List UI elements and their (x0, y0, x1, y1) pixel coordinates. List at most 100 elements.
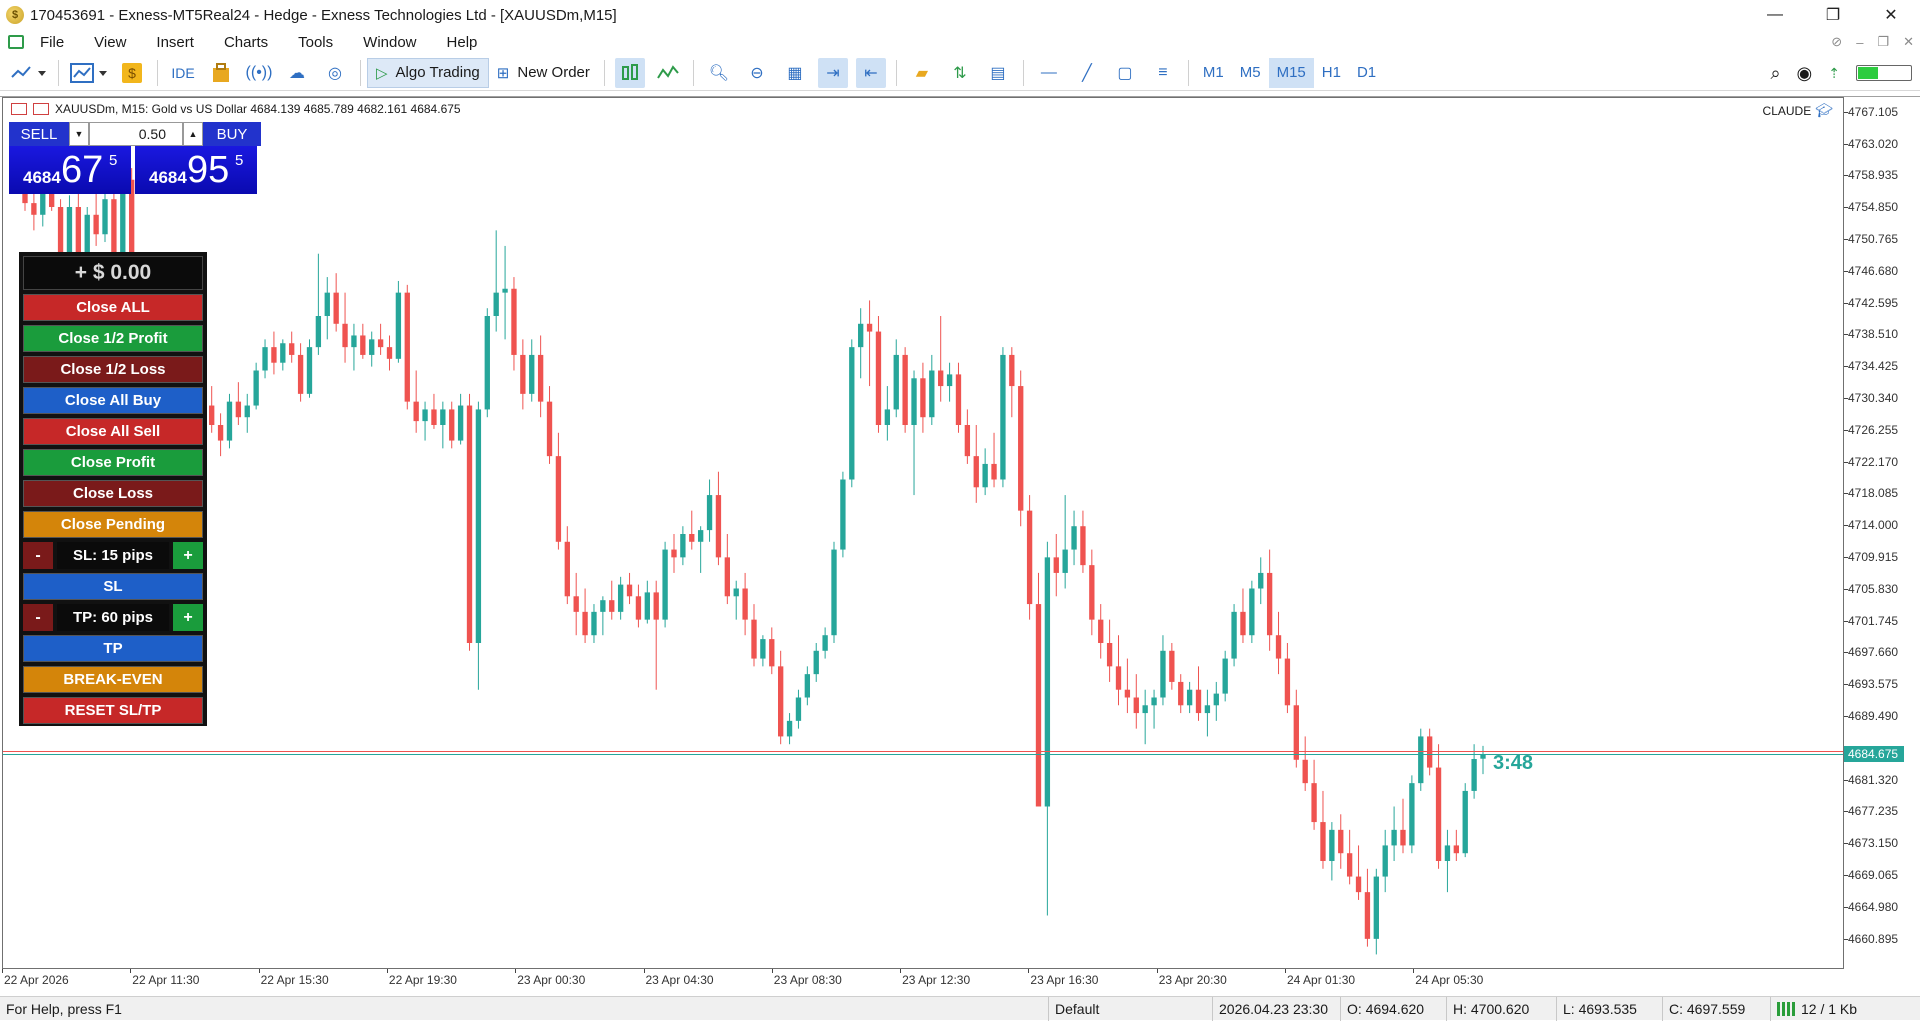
time-label: 23 Apr 16:30 (1030, 973, 1099, 987)
signals-icon[interactable] (206, 58, 236, 88)
buy-price[interactable]: 4684 95 5 (135, 146, 257, 194)
ide-button[interactable]: IDE (168, 58, 198, 88)
status-bar: For Help, press F1 Default 2026.04.23 23… (0, 996, 1920, 1021)
candle-body (1000, 354, 1006, 480)
menu-view[interactable]: View (94, 34, 126, 51)
timeframe-h1[interactable]: H1 (1314, 58, 1349, 88)
chart-area[interactable]: XAUUSDm, M15: Gold vs US Dollar 4684.139… (2, 97, 1844, 969)
mdi-minimize-icon[interactable]: – (1856, 35, 1863, 50)
candle-body (449, 409, 455, 441)
account-icon[interactable]: ◉ (1797, 63, 1813, 84)
close-pending-button[interactable]: Close Pending (23, 511, 203, 538)
calendar-icon[interactable]: ▤ (983, 58, 1013, 88)
buy-button[interactable]: BUY (203, 122, 261, 146)
trade-arrows-icon[interactable]: ⇅ (945, 58, 975, 88)
candle-body (1089, 565, 1095, 620)
algo-trading-button[interactable]: ▷ Algo Trading (367, 57, 489, 88)
timeframe-m1[interactable]: M1 (1195, 58, 1232, 88)
expert-hat-icon[interactable]: 🎓︎ (1815, 102, 1833, 119)
candle-body (769, 639, 775, 667)
new-order-button[interactable]: ⊞ New Order (489, 58, 598, 88)
tp-pips-row: - TP: 60 pips + (23, 604, 203, 631)
candle-body (369, 339, 375, 355)
network-icon[interactable]: ◎ (320, 58, 350, 88)
profile-name[interactable]: Default (1048, 997, 1212, 1021)
vps-icon[interactable]: ((•)) (244, 58, 274, 88)
line-chart-icon-graphic (657, 64, 679, 79)
zoom-in-icon[interactable]: 🔍︎ (704, 58, 734, 88)
candlestick-chart[interactable] (3, 98, 1844, 969)
close-all-buy-button[interactable]: Close All Buy (23, 387, 203, 414)
menu-help[interactable]: Help (447, 34, 478, 51)
chart-type-icon[interactable] (69, 58, 109, 88)
candle-body (1435, 767, 1442, 861)
tp-increase-button[interactable]: + (173, 604, 203, 631)
rectangle-tool-icon[interactable]: ▢ (1110, 58, 1140, 88)
mdi-pin-icon[interactable]: ⊘ (1831, 34, 1842, 50)
timeframe-m15[interactable]: M15 (1268, 57, 1314, 88)
menu-file[interactable]: File (40, 34, 64, 51)
candle-body (1026, 510, 1033, 605)
mdi-close-icon[interactable]: ✕ (1903, 34, 1914, 50)
price-label: 4709.915 (1848, 550, 1899, 565)
traffic-text: 12 / 1 Kb (1801, 1001, 1858, 1017)
set-tp-button[interactable]: TP (23, 635, 203, 662)
search-icon[interactable]: ⌕ (1770, 63, 1780, 84)
mdi-restore-icon[interactable]: ❐ (1877, 34, 1889, 50)
depth-of-market-icon[interactable] (33, 103, 49, 115)
fibonacci-icon[interactable]: ≡ (1148, 58, 1178, 88)
close-loss-button[interactable]: Close Loss (23, 480, 203, 507)
sell-price[interactable]: 4684 67 5 (9, 146, 131, 194)
market-icon[interactable]: $ (117, 58, 147, 88)
indicators-icon[interactable] (10, 58, 48, 88)
close-half-loss-button[interactable]: Close 1/2 Loss (23, 356, 203, 383)
candle-body (884, 409, 891, 425)
tile-windows-icon[interactable]: ▦ (780, 58, 810, 88)
menu-charts[interactable]: Charts (224, 34, 268, 51)
candle-body (1124, 689, 1131, 698)
lot-size-input[interactable]: 0.50 (89, 122, 183, 146)
candle-body (386, 347, 393, 359)
candle-body (457, 405, 464, 441)
menu-insert[interactable]: Insert (156, 34, 194, 51)
timeframe-m5[interactable]: M5 (1232, 58, 1269, 88)
reset-sl-tp-button[interactable]: RESET SL/TP (23, 697, 203, 724)
folder-icon[interactable]: ▰ (907, 58, 937, 88)
minimize-button[interactable]: — (1746, 0, 1804, 30)
toolbar-separator (58, 59, 59, 86)
candle-body (991, 463, 997, 480)
new-order-label: New Order (517, 64, 590, 81)
close-profit-button[interactable]: Close Profit (23, 449, 203, 476)
trendline-icon[interactable]: ╱ (1072, 58, 1102, 88)
price-axis[interactable]: 4767.105 4763.020 4758.935 4754.850 4750.765… (1844, 97, 1920, 969)
menu-window[interactable]: Window (363, 34, 416, 51)
sl-decrease-button[interactable]: - (23, 542, 53, 569)
close-all-button[interactable]: Close ALL (23, 294, 203, 321)
lot-decrease-icon[interactable]: ▼ (69, 122, 89, 146)
close-window-button[interactable]: ✕ (1862, 0, 1920, 30)
line-chart-icon[interactable] (653, 58, 683, 88)
tp-decrease-button[interactable]: - (23, 604, 53, 631)
level-icon[interactable]: ⇡ (1828, 65, 1840, 82)
cloud-icon[interactable]: ☁ (282, 58, 312, 88)
connection-status[interactable]: 12 / 1 Kb (1770, 997, 1920, 1021)
timeframe-d1[interactable]: D1 (1349, 58, 1384, 88)
autoscroll-icon[interactable]: ⇥ (817, 57, 848, 88)
time-axis[interactable]: 22 Apr 2026 22 Apr 11:30 22 Apr 15:30 22 Ap… (2, 969, 1844, 995)
zoom-out-icon[interactable]: ⊖ (742, 58, 772, 88)
lot-increase-icon[interactable]: ▲ (183, 122, 203, 146)
break-even-button[interactable]: BREAK-EVEN (23, 666, 203, 693)
set-sl-button[interactable]: SL (23, 573, 203, 600)
menu-tools[interactable]: Tools (298, 34, 333, 51)
candlestick-icon[interactable] (614, 57, 645, 88)
horizontal-line-icon[interactable]: — (1034, 58, 1064, 88)
sell-price-fraction: 5 (109, 152, 118, 169)
chart-menu-icon[interactable] (11, 103, 27, 115)
sl-increase-button[interactable]: + (173, 542, 203, 569)
candle-body (235, 401, 242, 418)
chart-shift-icon[interactable]: ⇤ (855, 57, 886, 88)
restore-button[interactable]: ❐ (1804, 0, 1862, 30)
close-half-profit-button[interactable]: Close 1/2 Profit (23, 325, 203, 352)
close-all-sell-button[interactable]: Close All Sell (23, 418, 203, 445)
sell-button[interactable]: SELL (9, 122, 69, 146)
